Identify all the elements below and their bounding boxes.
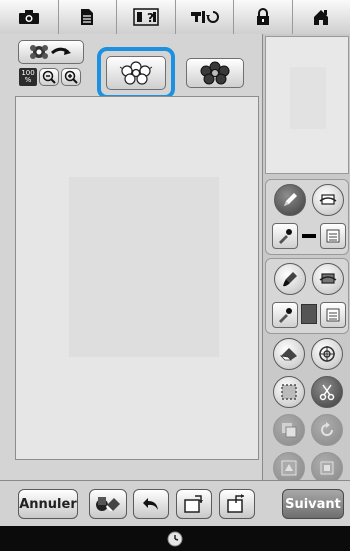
shape-eraser-icon [96,497,120,511]
undo-button[interactable] [133,489,169,519]
document-icon [81,9,94,25]
import-icon [184,495,203,513]
import-button[interactable] [176,489,212,519]
eraser-icon [279,348,297,361]
preview-pane [265,36,349,174]
zoom-level-badge: 100 % [19,68,37,86]
sewing-machine-icon [191,11,220,23]
help-icon: ? [133,8,159,26]
flower-fill-icon [200,61,230,85]
eraser-button[interactable] [273,338,305,370]
fill-settings-button[interactable] [320,302,346,328]
flip-icon [281,460,297,476]
fill-type-icon [319,273,337,284]
list-icon [326,229,340,243]
pencil-icon [284,193,297,206]
clock-icon [167,531,183,546]
eyedropper-icon [279,308,292,323]
line-tools-group [265,179,349,255]
cut-button[interactable] [311,376,343,408]
lock-button[interactable] [234,0,293,34]
next-button[interactable]: Suivant [282,489,344,519]
brush-icon [283,272,297,287]
sewing-machine-button[interactable] [175,0,234,34]
drawing-area [69,177,219,357]
document-button[interactable] [58,0,117,34]
brush-button[interactable] [274,263,306,295]
zoom-in-icon [64,70,78,84]
line-color-swatch[interactable] [302,234,316,238]
left-panel: 100 % [0,34,262,480]
flower-outline-icon [119,61,153,85]
camera-button[interactable] [0,0,59,34]
line-mode-button[interactable] [106,56,166,90]
copy-icon [282,423,297,438]
line-type-icon [319,194,337,205]
bottom-bar: Annuler Suivant [0,480,350,526]
fill-eyedropper-button[interactable] [272,302,298,328]
top-toolbar: ? [0,0,350,34]
drawing-canvas[interactable] [15,96,259,460]
rotate-button[interactable] [311,414,343,446]
svg-text:?: ? [147,11,154,25]
zoom-in-button[interactable] [61,68,81,86]
list-icon [326,308,340,322]
zoom-out-icon [42,70,56,84]
home-button[interactable] [292,0,350,34]
fill-type-button[interactable] [312,263,344,295]
select-area-icon [281,384,297,400]
preview-area [290,67,326,129]
help-button[interactable]: ? [117,0,176,34]
status-bar [0,526,350,551]
pencil-button[interactable] [274,184,306,216]
home-icon [314,10,329,25]
line-type-button[interactable] [312,184,344,216]
fill-mode-button[interactable] [186,58,244,88]
fill-tools-group [265,258,349,334]
line-eyedropper-button[interactable] [272,223,298,249]
lock-icon [256,8,269,25]
right-panel [262,34,350,484]
zoom-out-button[interactable] [39,68,59,86]
export-icon [227,494,244,513]
cancel-button[interactable]: Annuler [18,489,78,519]
undo-icon [143,498,158,510]
shape-eraser-button[interactable] [89,489,127,519]
line-settings-button[interactable] [320,223,346,249]
stamp-icon [319,346,335,362]
pattern-icon [320,461,334,475]
export-button[interactable] [219,489,255,519]
flower-arrow-icon [30,45,71,59]
scissors-icon [319,384,335,401]
camera-icon [18,10,39,24]
copy-button[interactable] [273,414,305,446]
select-area-button[interactable] [273,376,305,408]
stamp-button[interactable] [311,338,343,370]
eyedropper-icon [279,229,292,244]
transform-button[interactable] [18,40,84,64]
rotate-icon [321,422,333,436]
fill-color-swatch[interactable] [301,304,317,324]
